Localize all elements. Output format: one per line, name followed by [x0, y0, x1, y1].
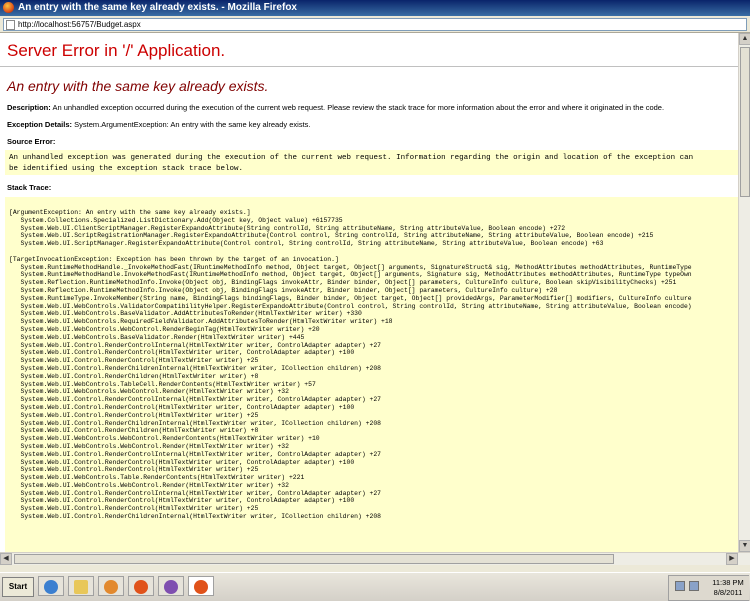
exception-text: System.ArgumentException: An entry with … — [74, 120, 311, 129]
stack-trace-text: [ArgumentException: An entry with the sa… — [9, 209, 692, 521]
window-title: An entry with the same key already exist… — [18, 2, 297, 13]
stack-trace-box: [ArgumentException: An entry with the sa… — [5, 197, 738, 552]
page-title: Server Error in '/' Application. — [7, 41, 226, 60]
horizontal-scrollbar[interactable]: ◀ ▶ — [0, 552, 750, 565]
taskbar: Start 11:38 PM 8/8/2011 — [0, 572, 750, 601]
url-field[interactable]: http://localhost:56757/Budget.aspx — [3, 18, 747, 31]
error-message: An entry with the same key already exist… — [7, 78, 269, 94]
page-content: Server Error in '/' Application. An entr… — [0, 33, 738, 552]
ie-taskbar-icon[interactable] — [38, 576, 64, 596]
vertical-scrollbar[interactable]: ▲ ▼ — [738, 33, 750, 552]
start-label: Start — [8, 582, 28, 591]
firefox-taskbar-icon[interactable] — [128, 576, 154, 596]
page-icon — [6, 20, 15, 30]
source-error-label: Source Error: — [7, 137, 56, 146]
horizontal-scroll-thumb[interactable] — [14, 554, 614, 564]
start-button[interactable]: Start — [2, 577, 34, 597]
description-label: Description: — [7, 103, 51, 112]
clock-time: 11:38 PM — [712, 578, 744, 587]
description-text: An unhandled exception occurred during t… — [52, 103, 665, 112]
description-line: Description: An unhandled exception occu… — [7, 103, 664, 112]
folder-taskbar-icon[interactable] — [68, 576, 94, 596]
scroll-down-arrow-icon[interactable]: ▼ — [739, 540, 750, 552]
scroll-right-arrow-icon[interactable]: ▶ — [726, 553, 738, 565]
firefox-icon — [3, 2, 14, 13]
visual-studio-taskbar-icon[interactable] — [158, 576, 184, 596]
url-text: http://localhost:56757/Budget.aspx — [18, 20, 141, 29]
system-tray: 11:38 PM 8/8/2011 — [668, 575, 749, 601]
tray-volume-icon[interactable] — [689, 581, 699, 591]
clock[interactable]: 11:38 PM 8/8/2011 — [711, 578, 745, 598]
stack-trace-label: Stack Trace: — [7, 183, 52, 192]
exception-details-line: Exception Details: System.ArgumentExcept… — [7, 120, 310, 129]
scroll-left-arrow-icon[interactable]: ◀ — [0, 553, 12, 565]
source-error-box: An unhandled exception was generated dur… — [5, 150, 738, 175]
source-error-text: An unhandled exception was generated dur… — [9, 154, 694, 173]
media-player-taskbar-icon[interactable] — [98, 576, 124, 596]
firefox-active-taskbar-icon[interactable] — [188, 576, 214, 596]
address-bar: http://localhost:56757/Budget.aspx — [0, 16, 750, 33]
window-title-bar: An entry with the same key already exist… — [0, 0, 750, 16]
title-divider — [0, 66, 738, 67]
scroll-up-arrow-icon[interactable]: ▲ — [739, 33, 750, 45]
exception-label: Exception Details: — [7, 120, 73, 129]
vertical-scroll-thumb[interactable] — [740, 47, 750, 197]
tray-network-icon[interactable] — [675, 581, 685, 591]
clock-date: 8/8/2011 — [713, 588, 743, 597]
